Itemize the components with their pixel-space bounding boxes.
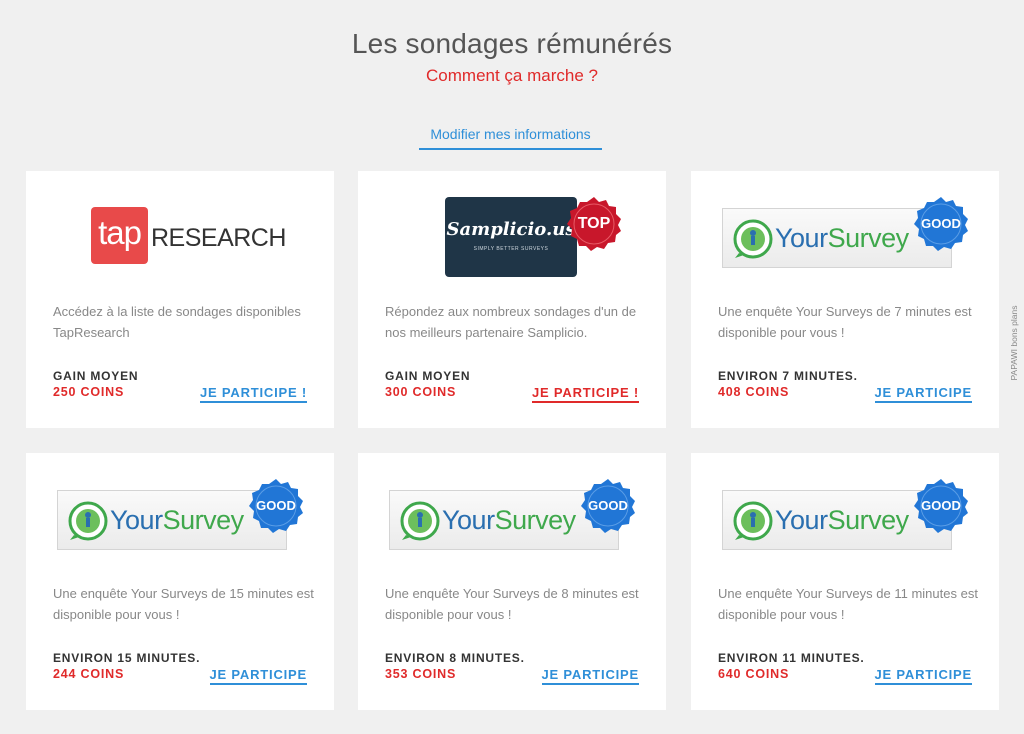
participate-button[interactable]: JE PARTICIPE ! [199,385,307,403]
card-coins: 408 COINS [718,385,790,399]
page-title: Les sondages rémunérés [351,28,673,59]
participate-button[interactable]: JE PARTICIPE ! [531,385,639,403]
card-coins: 250 COINS [53,385,125,399]
globe-icon [733,219,773,259]
samplicio-name: Samplicio.us [446,219,576,240]
side-brand[interactable]: PAPAWI bons plans [1006,298,1020,406]
good-badge-label: GOOD [256,498,296,513]
samplicio-tagline: SIMPLY BETTER SURVEYS [473,246,549,252]
tap-logo-text: RESEARCH [151,224,286,252]
card-description: Une enquête Your Surveys de 11 minutes e… [718,586,978,622]
yoursurveys-survey: Survey [827,223,910,253]
side-brand-label: PAPAWI bons plans [1009,305,1019,381]
participate-button[interactable]: JE PARTICIPE [874,385,972,403]
card-label: GAIN MOYEN [385,369,471,383]
card-description: Une enquête Your Surveys de 15 minutes e… [53,586,314,622]
card-label: GAIN MOYEN [53,369,139,383]
good-badge: GOOD [913,478,969,534]
survey-card-samplicio: Samplicio.us SIMPLY BETTER SURVEYS TOP R… [358,171,666,428]
globe-icon [400,501,440,541]
good-badge: GOOD [248,478,304,534]
card-label: ENVIRON 8 MINUTES. [385,651,525,665]
survey-card-yoursurveys: YourSurvey GOOD Une enquête Your Surveys… [691,453,999,710]
card-label: ENVIRON 7 MINUTES. [718,369,858,383]
yoursurveys-logo: YourSurvey GOOD [691,171,999,291]
card-coins: 353 COINS [385,667,457,681]
samplicio-logo: Samplicio.us SIMPLY BETTER SURVEYS TOP [358,171,666,291]
card-coins: 640 COINS [718,667,790,681]
yoursurveys-your: Your [775,223,828,253]
yoursurveys-survey: Survey [162,505,245,535]
participate-button[interactable]: JE PARTICIPE [209,667,307,685]
survey-card-yoursurveys: YourSurvey GOOD Une enquête Your Surveys… [26,453,334,710]
yoursurveys-survey: Survey [494,505,577,535]
survey-card-yoursurveys: YourSurvey GOOD Une enquête Your Surveys… [358,453,666,710]
good-badge: GOOD [913,196,969,252]
top-badge-label: TOP [577,215,611,232]
yoursurveys-logo: YourSurvey GOOD [26,453,334,573]
yoursurveys-your: Your [775,505,828,535]
card-coins: 300 COINS [385,385,457,399]
card-label: ENVIRON 15 MINUTES. [53,651,201,665]
participate-button[interactable]: JE PARTICIPE [874,667,972,685]
tapresearch-logo: tap RESEARCH [26,171,334,291]
good-badge-label: GOOD [921,216,961,231]
card-description: Une enquête Your Surveys de 7 minutes es… [718,304,972,340]
yoursurveys-your: Your [442,505,495,535]
survey-card-tapresearch: tap RESEARCH Accédez à la liste de sonda… [26,171,334,428]
globe-icon [733,501,773,541]
card-description: Une enquête Your Surveys de 8 minutes es… [385,586,639,622]
yoursurveys-wordmark: YourSurvey [442,505,576,536]
yoursurveys-logo: YourSurvey GOOD [358,453,666,573]
yoursurveys-logo: YourSurvey GOOD [691,453,999,573]
modify-info-link[interactable]: Modifier mes informations [419,126,602,150]
participate-button[interactable]: JE PARTICIPE [541,667,639,685]
yoursurveys-your: Your [110,505,163,535]
yoursurveys-wordmark: YourSurvey [775,223,909,254]
card-coins: 244 COINS [53,667,125,681]
good-badge-label: GOOD [588,498,628,513]
yoursurveys-wordmark: YourSurvey [775,505,909,536]
yoursurveys-survey: Survey [827,505,910,535]
yoursurveys-wordmark: YourSurvey [110,505,244,536]
globe-icon [68,501,108,541]
card-description: Répondez aux nombreux sondages d'un de n… [385,304,637,340]
good-badge-label: GOOD [921,498,961,513]
how-it-works-link[interactable]: Comment ça marche ? [0,66,1024,86]
card-description: Accédez à la liste de sondages disponibl… [53,304,301,340]
card-label: ENVIRON 11 MINUTES. [718,651,865,665]
samplicio-logo-box: Samplicio.us SIMPLY BETTER SURVEYS [445,197,577,277]
survey-card-yoursurveys: YourSurvey GOOD Une enquête Your Surveys… [691,171,999,428]
top-badge: TOP [566,196,622,252]
good-badge: GOOD [580,478,636,534]
tap-logo-box: tap [91,207,148,264]
